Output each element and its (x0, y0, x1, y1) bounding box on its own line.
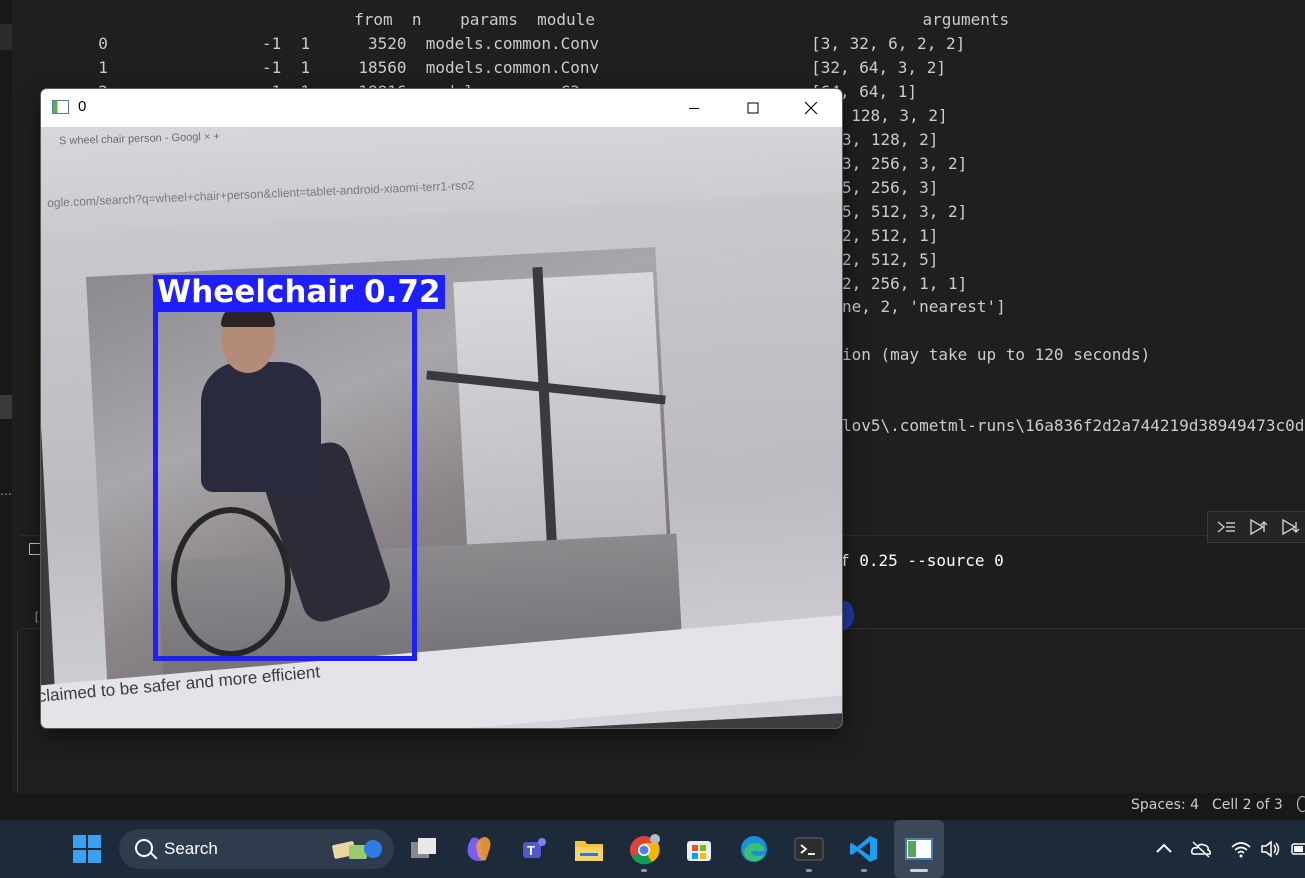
vscode-icon[interactable] (840, 820, 888, 878)
status-bar: Spaces: 4 Cell 2 of 3 (0, 793, 1305, 820)
show-hidden-icons-icon[interactable] (1153, 839, 1175, 859)
chrome-icon[interactable] (620, 820, 668, 878)
status-cell-position[interactable]: Cell 2 of 3 (1212, 797, 1283, 813)
output-row: ne, 2, 'nearest'] (842, 297, 1006, 316)
volume-icon[interactable] (1260, 839, 1282, 859)
output-row: 1 -1 1 18560 models.common.Conv [32, 64,… (79, 58, 946, 77)
output-row: lov5\.cometml-runs\16a836f2d2a744219d389… (842, 416, 1305, 435)
edge-icon[interactable] (730, 820, 778, 878)
running-indicator (806, 869, 812, 872)
search-icon (135, 839, 153, 857)
webcam-frame: S wheel chair person - Googl × + ogle.co… (41, 127, 842, 728)
search-highlight-icon (332, 840, 382, 859)
file-explorer-icon[interactable] (565, 820, 613, 878)
cell-outline-rule (17, 630, 18, 792)
terminal-icon[interactable] (785, 820, 833, 878)
more-dots[interactable]: … (0, 484, 12, 498)
wifi-icon[interactable] (1230, 839, 1252, 859)
execute-above-icon[interactable] (1214, 515, 1238, 539)
microsoft-store-icon[interactable] (675, 820, 723, 878)
close-icon[interactable] (782, 89, 840, 127)
output-row: 3, 256, 3, 2] (842, 154, 968, 173)
opencv-app-icon (52, 100, 69, 114)
teams-icon[interactable]: T (510, 820, 558, 878)
running-indicator (641, 869, 647, 872)
cell-execution-count: [ (33, 610, 41, 624)
detection-label: Wheelchair 0.72 (153, 275, 445, 309)
onedrive-icon[interactable] (1190, 839, 1212, 859)
opencv-window-icon[interactable] (894, 820, 944, 878)
windows-start-icon[interactable] (63, 820, 111, 878)
cell-collapse-icon[interactable] (29, 543, 41, 555)
maximize-icon[interactable] (724, 89, 782, 127)
windows-taskbar: Search T (0, 820, 1305, 878)
output-row: 5, 256, 3] (842, 178, 939, 197)
output-row: 2, 512, 1] (842, 226, 939, 245)
notifications-bell-icon[interactable] (1297, 796, 1305, 812)
opencv-window[interactable]: 0 S wheel chair person - Googl × + ogle.… (41, 89, 842, 728)
output-row: ion (may take up to 120 seconds) (842, 345, 1151, 364)
status-indentation[interactable]: Spaces: 4 (1131, 797, 1199, 813)
output-row: 0 -1 1 3520 models.common.Conv [3, 32, 6… (79, 34, 966, 53)
output-row: 2, 256, 1, 1] (842, 274, 968, 293)
copilot-icon[interactable] (455, 820, 503, 878)
task-view-icon[interactable] (400, 820, 448, 878)
output-header: from n params module arguments (200, 10, 1010, 29)
cell-toolbar (1207, 511, 1305, 543)
output-row: 5, 512, 3, 2] (842, 202, 968, 221)
output-row: , 128, 3, 2] (832, 106, 948, 125)
minimize-icon[interactable] (665, 89, 723, 127)
battery-icon[interactable] (1290, 839, 1305, 859)
running-indicator (861, 869, 867, 872)
detection-bounding-box (153, 307, 417, 661)
run-below-icon[interactable] (1278, 515, 1302, 539)
cell-code[interactable]: f 0.25 --source 0 (840, 551, 1004, 570)
window-title: 0 (78, 98, 87, 115)
output-row: 2, 512, 5] (842, 250, 939, 269)
active-indicator (910, 869, 928, 872)
window-titlebar[interactable]: 0 (41, 89, 842, 127)
output-row: 3, 128, 2] (842, 130, 939, 149)
svg-text:T: T (527, 843, 535, 858)
run-by-line-icon[interactable] (1246, 515, 1270, 539)
taskbar-search[interactable]: Search (119, 829, 394, 869)
search-label: Search (164, 839, 218, 858)
